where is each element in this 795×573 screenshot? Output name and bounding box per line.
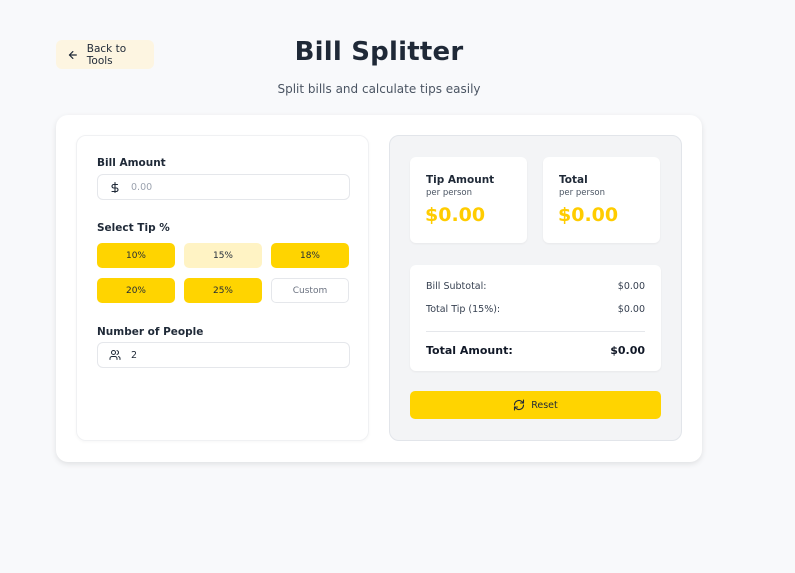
tip-option-25[interactable]: 25% bbox=[184, 278, 262, 303]
users-icon bbox=[109, 350, 121, 360]
bill-amount-input[interactable]: 0.00 bbox=[97, 174, 350, 200]
bill-amount-placeholder: 0.00 bbox=[131, 181, 153, 193]
refresh-icon bbox=[514, 399, 525, 411]
tip-amount-card: Tip Amount per person $0.00 bbox=[410, 157, 527, 243]
tip-option-15[interactable]: 15% bbox=[184, 243, 262, 268]
subtotal-label: Bill Subtotal: bbox=[426, 281, 487, 292]
reset-label: Reset bbox=[531, 399, 558, 411]
total-tip-row: Total Tip (15%): $0.00 bbox=[426, 304, 645, 315]
total-per-person-card: Total per person $0.00 bbox=[543, 157, 660, 243]
tip-amount-title: Tip Amount bbox=[426, 174, 495, 186]
tip-option-18[interactable]: 18% bbox=[271, 243, 349, 268]
total-amount-label: Total Amount: bbox=[426, 344, 513, 357]
summary-card: Bill Subtotal: $0.00 Total Tip (15%): $0… bbox=[410, 265, 661, 371]
reset-button[interactable]: Reset bbox=[410, 391, 661, 419]
tip-option-10[interactable]: 10% bbox=[97, 243, 175, 268]
bill-splitter-card: Bill Amount 0.00 Select Tip % 10% 15% 18… bbox=[56, 115, 702, 462]
bill-amount-label: Bill Amount bbox=[97, 157, 166, 169]
total-amount-value: $0.00 bbox=[610, 344, 645, 357]
people-label: Number of People bbox=[97, 326, 204, 338]
tip-amount-value: $0.00 bbox=[425, 204, 486, 226]
subtotal-value: $0.00 bbox=[617, 281, 645, 292]
summary-divider bbox=[426, 331, 645, 332]
tip-option-20[interactable]: 20% bbox=[97, 278, 175, 303]
subtotal-row: Bill Subtotal: $0.00 bbox=[426, 281, 645, 292]
total-title: Total bbox=[559, 174, 588, 186]
custom-tip-input[interactable]: Custom bbox=[271, 278, 349, 303]
tip-amount-subtitle: per person bbox=[426, 188, 472, 198]
total-amount-row: Total Amount: $0.00 bbox=[426, 344, 645, 357]
people-input[interactable]: 2 bbox=[97, 342, 350, 368]
tip-label: Select Tip % bbox=[97, 222, 170, 234]
dollar-icon bbox=[111, 181, 119, 193]
page-title: Bill Splitter bbox=[294, 37, 464, 67]
total-subtitle: per person bbox=[559, 188, 605, 198]
total-tip-label: Total Tip (15%): bbox=[426, 304, 501, 315]
people-value: 2 bbox=[131, 349, 138, 361]
page-subtitle: Split bills and calculate tips easily bbox=[277, 82, 481, 96]
total-per-person-value: $0.00 bbox=[558, 204, 619, 226]
total-tip-value: $0.00 bbox=[617, 304, 645, 315]
results-panel: Tip Amount per person $0.00 Total per pe… bbox=[389, 135, 682, 441]
input-panel: Bill Amount 0.00 Select Tip % 10% 15% 18… bbox=[76, 135, 369, 441]
